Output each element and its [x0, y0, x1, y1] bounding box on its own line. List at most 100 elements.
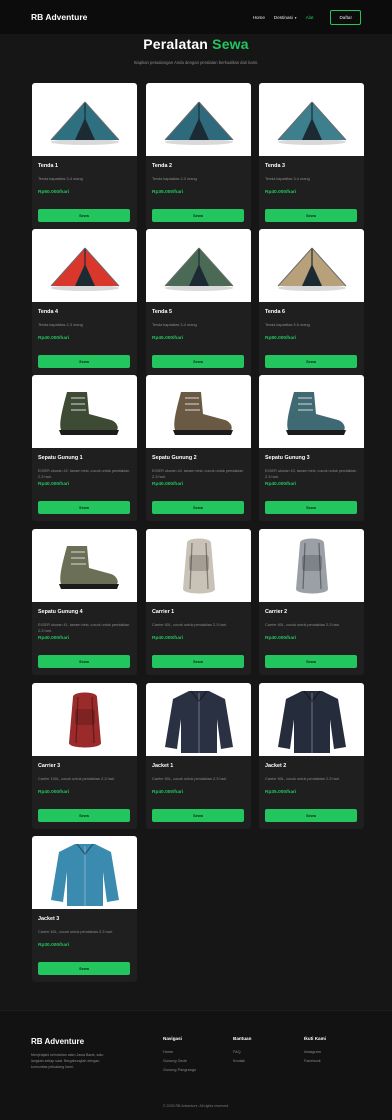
footer-col-bantuan: Bantuan FAQ Kontak — [233, 1036, 251, 1068]
product-body: Sepatu Gunung 3 EIGER ukuran 43, tanam be… — [259, 448, 364, 487]
product-name: Jacket 1 — [152, 763, 174, 769]
rent-button[interactable]: Sewa — [265, 209, 357, 222]
footer-link-gunung-gede[interactable]: Gunung Gede — [163, 1059, 196, 1063]
rent-button[interactable]: Sewa — [152, 809, 244, 822]
jacket-icon — [272, 685, 352, 755]
product-price: Rp40.000/hari — [152, 482, 184, 487]
product-description: Carrier 60L, cocok untuk pendakian 2-3 h… — [152, 777, 227, 781]
footer-description: Menjelajahi keindahan alam Jawa Barat, s… — [31, 1053, 104, 1069]
hiking-boot-icon — [272, 384, 352, 440]
product-card: Tenda 4 Tenda kapasitas 2-3 orang Rp40.000… — [32, 229, 137, 375]
product-body: Jacket 1 Carrier 60L, cocok untuk pendaki… — [146, 756, 251, 795]
tent-icon — [159, 238, 239, 294]
rent-button[interactable]: Sewa — [38, 809, 130, 822]
product-body: Tenda 5 Tenda kapasitas 3-4 orang Rp45.000… — [146, 302, 251, 341]
product-description: EIGER ukuran 44, tanam besi, cocok untuk… — [152, 469, 244, 479]
product-description: EIGER ukuran 42, tanam besi, cocok untuk… — [38, 469, 130, 479]
product-name: Sepatu Gunung 2 — [152, 455, 197, 461]
hiking-boot-icon — [159, 384, 239, 440]
product-body: Jacket 3 Carrier 60L, cocok untuk pendaki… — [32, 909, 137, 948]
product-description: Tenda kapasitas 2-3 orang — [38, 323, 83, 327]
footer-link-facebook[interactable]: Facebook — [304, 1059, 326, 1063]
rent-button[interactable]: Sewa — [38, 962, 130, 975]
product-image — [146, 229, 251, 302]
product-image — [146, 683, 251, 756]
footer-link-faq[interactable]: FAQ — [233, 1050, 251, 1054]
rent-button[interactable]: Sewa — [38, 501, 130, 514]
product-price: Rp35.000/hari — [152, 190, 184, 195]
product-description: Tenda kapasitas 3-4 orang — [152, 323, 197, 327]
tent-icon — [45, 92, 125, 148]
product-name: Tenda 3 — [265, 163, 285, 169]
product-price: Rp40.000/hari — [38, 336, 70, 341]
rent-button[interactable]: Sewa — [265, 655, 357, 668]
product-grid: Tenda 1 Tenda kapasitas 3-4 orang Rp50.000… — [0, 0, 392, 1010]
product-description: Tenda kapasitas 2-3 orang — [152, 177, 197, 181]
rent-button[interactable]: Sewa — [265, 809, 357, 822]
product-price: Rp40.000/hari — [152, 636, 184, 641]
product-price: Rp40.000/hari — [38, 790, 70, 795]
product-body: Jacket 2 Carrier 60L, cocok untuk pendaki… — [259, 756, 364, 795]
product-card: Jacket 1 Carrier 60L, cocok untuk pendaki… — [146, 683, 251, 829]
rent-button[interactable]: Sewa — [152, 655, 244, 668]
product-price: Rp40.000/hari — [265, 190, 297, 195]
product-card: Tenda 6 Tenda kapasitas 5-6 orang Rp80.000… — [259, 229, 364, 375]
product-price: Rp40.000/hari — [152, 790, 184, 795]
product-name: Jacket 3 — [38, 916, 60, 922]
product-price: Rp45.000/hari — [152, 336, 184, 341]
product-price: Rp40.000/hari — [38, 482, 70, 487]
product-image — [146, 375, 251, 448]
product-image — [32, 229, 137, 302]
rent-button[interactable]: Sewa — [38, 655, 130, 668]
footer: RB Adventure Menjelajahi keindahan alam … — [0, 1010, 392, 1120]
product-image — [32, 83, 137, 156]
product-card: Sepatu Gunung 2 EIGER ukuran 44, tanam be… — [146, 375, 251, 521]
backpack-icon — [272, 533, 352, 599]
product-image — [259, 375, 364, 448]
footer-link-gunung-pangrango[interactable]: Gunung Pangrango — [163, 1068, 196, 1072]
rent-button[interactable]: Sewa — [265, 355, 357, 368]
product-card: Sepatu Gunung 4 EIGER ukuran 41, tanam be… — [32, 529, 137, 675]
rent-button[interactable]: Sewa — [38, 355, 130, 368]
product-image — [32, 375, 137, 448]
product-name: Carrier 1 — [152, 609, 175, 615]
product-card: Jacket 2 Carrier 60L, cocok untuk pendaki… — [259, 683, 364, 829]
product-name: Tenda 4 — [38, 309, 58, 315]
product-body: Sepatu Gunung 4 EIGER ukuran 41, tanam be… — [32, 602, 137, 641]
rent-button[interactable]: Sewa — [152, 355, 244, 368]
rent-button[interactable]: Sewa — [265, 501, 357, 514]
tent-icon — [159, 92, 239, 148]
tent-icon — [272, 92, 352, 148]
rent-button[interactable]: Sewa — [152, 501, 244, 514]
product-price: Rp35.000/hari — [265, 790, 297, 795]
copyright: © 2025 RB Adventure. All rights reserved… — [162, 1104, 230, 1108]
hiking-boot-icon — [45, 538, 125, 594]
product-image — [146, 529, 251, 602]
product-name: Tenda 1 — [38, 163, 58, 169]
footer-link-instagram[interactable]: Instagram — [304, 1050, 326, 1054]
product-price: Rp40.000/hari — [265, 636, 297, 641]
backpack-icon — [159, 533, 239, 599]
product-card: Jacket 3 Carrier 60L, cocok untuk pendaki… — [32, 836, 137, 982]
product-image — [259, 229, 364, 302]
footer-heading-ikuti-kami: Ikuti Kami — [304, 1036, 326, 1041]
footer-link-home[interactable]: Home — [163, 1050, 196, 1054]
rent-button[interactable]: Sewa — [38, 209, 130, 222]
product-price: Rp30.000/hari — [38, 943, 70, 948]
product-price: Rp40.000/hari — [265, 482, 297, 487]
product-image — [259, 529, 364, 602]
product-name: Tenda 2 — [152, 163, 172, 169]
product-price: Rp80.000/hari — [265, 336, 297, 341]
product-name: Sepatu Gunung 1 — [38, 455, 83, 461]
rent-button[interactable]: Sewa — [152, 209, 244, 222]
product-price: Rp50.000/hari — [38, 190, 70, 195]
product-body: Sepatu Gunung 1 EIGER ukuran 42, tanam be… — [32, 448, 137, 487]
product-image — [32, 683, 137, 756]
product-description: Tenda kapasitas 3-4 orang — [265, 177, 310, 181]
footer-link-kontak[interactable]: Kontak — [233, 1059, 251, 1063]
product-image — [259, 683, 364, 756]
product-card: Tenda 5 Tenda kapasitas 3-4 orang Rp45.000… — [146, 229, 251, 375]
footer-heading-bantuan: Bantuan — [233, 1036, 252, 1041]
product-card: Carrier 3 Carrier 100L, cocok untuk penda… — [32, 683, 137, 829]
product-body: Carrier 2 Carrier 60L, cocok untuk pendak… — [259, 602, 364, 641]
